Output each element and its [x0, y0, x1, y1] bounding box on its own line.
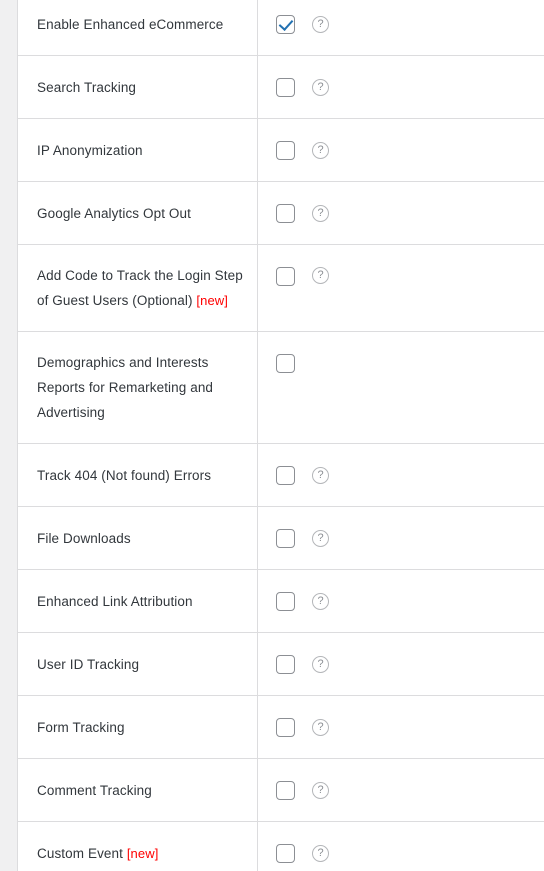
help-icon[interactable]: ? [312, 592, 329, 610]
row-control-cell: ? [258, 182, 544, 244]
checkbox-search-tracking[interactable] [276, 77, 295, 97]
setting-label-text: Custom Event [37, 845, 123, 861]
row-control-cell: ? [258, 822, 544, 871]
setting-label-text: Enhanced Link Attribution [37, 593, 193, 609]
setting-label-enable-enhanced-ecommerce: Enable Enhanced eCommerce [37, 12, 223, 37]
checkbox-form-tracking[interactable] [276, 717, 295, 737]
row-label-cell: Search Tracking [18, 56, 258, 118]
checkbox-track-404-not-found-errors[interactable] [276, 465, 295, 485]
row-control-cell: ? [258, 245, 544, 331]
settings-row: Demographics and Interests Reports for R… [18, 332, 544, 444]
setting-label-text: Comment Tracking [37, 782, 152, 798]
setting-label-text: Enable Enhanced eCommerce [37, 16, 224, 32]
settings-row: Enhanced Link Attribution? [18, 570, 544, 633]
help-icon[interactable]: ? [312, 78, 329, 96]
setting-label-custom-event: Custom Event [new] [37, 841, 158, 866]
row-label-cell: Enhanced Link Attribution [18, 570, 258, 632]
setting-label-demographics-and-interests-reports-for-remarketi: Demographics and Interests Reports for R… [37, 350, 243, 425]
row-label-cell: User ID Tracking [18, 633, 258, 695]
settings-row: Form Tracking? [18, 696, 544, 759]
help-icon[interactable]: ? [312, 141, 329, 159]
row-label-cell: Form Tracking [18, 696, 258, 758]
row-label-cell: Custom Event [new] [18, 822, 258, 871]
setting-label-text: File Downloads [37, 530, 131, 546]
checkbox-enhanced-link-attribution[interactable] [276, 591, 295, 611]
setting-label-text: IP Anonymization [37, 142, 143, 158]
row-control-cell: ? [258, 759, 544, 821]
settings-row: Track 404 (Not found) Errors? [18, 444, 544, 507]
settings-row: IP Anonymization? [18, 119, 544, 182]
setting-label-enhanced-link-attribution: Enhanced Link Attribution [37, 589, 193, 614]
setting-label-user-id-tracking: User ID Tracking [37, 652, 139, 677]
setting-label-text: Search Tracking [37, 79, 137, 95]
setting-label-text: Track 404 (Not found) Errors [37, 467, 212, 483]
row-label-cell: Demographics and Interests Reports for R… [18, 332, 258, 443]
row-label-cell: Comment Tracking [18, 759, 258, 821]
row-label-cell: Track 404 (Not found) Errors [18, 444, 258, 506]
help-icon[interactable]: ? [312, 204, 329, 222]
setting-label-track-404-not-found-errors: Track 404 (Not found) Errors [37, 463, 211, 488]
new-badge: [new] [196, 293, 228, 308]
settings-page: Enable Enhanced eCommerce? Search Trackin… [0, 0, 544, 871]
checkbox-ip-anonymization[interactable] [276, 140, 295, 160]
tracking-settings-table: Enable Enhanced eCommerce? Search Trackin… [17, 0, 544, 871]
row-label-cell: Enable Enhanced eCommerce [18, 0, 258, 55]
setting-label-text: User ID Tracking [37, 656, 140, 672]
setting-label-ip-anonymization: IP Anonymization [37, 138, 143, 163]
setting-label-google-analytics-opt-out: Google Analytics Opt Out [37, 201, 191, 226]
setting-label-file-downloads: File Downloads [37, 526, 131, 551]
help-icon[interactable]: ? [312, 466, 329, 484]
row-control-cell: ? [258, 119, 544, 181]
row-control-cell: ? [258, 507, 544, 569]
setting-label-text: Google Analytics Opt Out [37, 205, 191, 221]
settings-row: File Downloads? [18, 507, 544, 570]
row-control-cell: ? [258, 570, 544, 632]
row-label-cell: Add Code to Track the Login Step of Gues… [18, 245, 258, 331]
help-icon[interactable]: ? [312, 267, 329, 284]
settings-row: Add Code to Track the Login Step of Gues… [18, 245, 544, 332]
settings-row: Custom Event [new]? [18, 822, 544, 871]
help-icon[interactable]: ? [312, 718, 329, 736]
new-badge: [new] [126, 845, 159, 861]
help-icon[interactable]: ? [312, 529, 329, 547]
settings-row: Enable Enhanced eCommerce? [18, 0, 544, 56]
settings-row: Search Tracking? [18, 56, 544, 119]
row-control-cell: ? [258, 0, 544, 55]
checkbox-user-id-tracking[interactable] [276, 654, 295, 674]
help-icon[interactable]: ? [312, 655, 329, 673]
settings-row: Google Analytics Opt Out? [18, 182, 544, 245]
row-control-cell: ? [258, 633, 544, 695]
row-label-cell: File Downloads [18, 507, 258, 569]
checkbox-google-analytics-opt-out[interactable] [276, 203, 295, 223]
settings-row: Comment Tracking? [18, 759, 544, 822]
settings-row: User ID Tracking? [18, 633, 544, 696]
row-control-cell: ? [258, 56, 544, 118]
help-icon[interactable]: ? [312, 781, 329, 799]
setting-label-comment-tracking: Comment Tracking [37, 778, 152, 803]
row-label-cell: IP Anonymization [18, 119, 258, 181]
row-label-cell: Google Analytics Opt Out [18, 182, 258, 244]
setting-label-text: Demographics and Interests Reports for R… [37, 355, 214, 420]
setting-label-add-code-to-track-the-login-step-of-guest-users-: Add Code to Track the Login Step of Gues… [37, 263, 243, 313]
help-icon[interactable]: ? [312, 844, 329, 862]
checkbox-custom-event[interactable] [276, 843, 295, 863]
checkbox-comment-tracking[interactable] [276, 780, 295, 800]
row-control-cell: ? [258, 696, 544, 758]
checkbox-enable-enhanced-ecommerce[interactable] [276, 14, 295, 34]
setting-label-search-tracking: Search Tracking [37, 75, 136, 100]
setting-label-text: Form Tracking [37, 719, 125, 735]
checkbox-add-code-to-track-the-login-step-of-guest-users-[interactable] [276, 267, 295, 286]
setting-label-form-tracking: Form Tracking [37, 715, 125, 740]
checkbox-demographics-and-interests-reports-for-remarketi[interactable] [276, 354, 295, 373]
checkbox-file-downloads[interactable] [276, 528, 295, 548]
row-control-cell: ? [258, 444, 544, 506]
help-icon[interactable]: ? [312, 15, 329, 33]
row-control-cell: ? [258, 332, 544, 443]
